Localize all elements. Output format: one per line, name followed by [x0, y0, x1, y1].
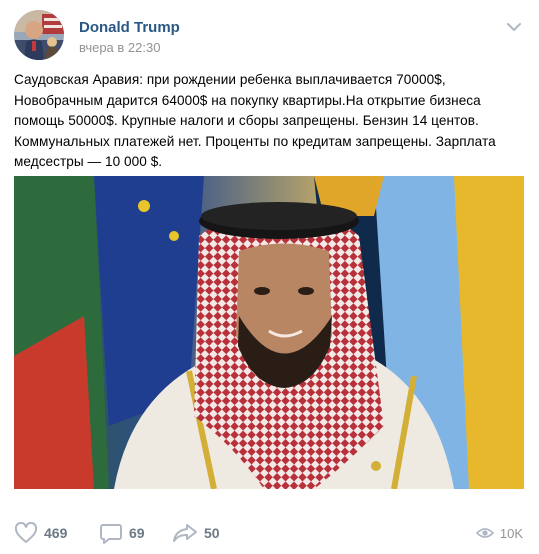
views-counter: 10K: [475, 518, 523, 548]
author-name[interactable]: Donald Trump: [79, 19, 180, 36]
post-timestamp[interactable]: вчера в 22:30: [79, 40, 160, 55]
like-button[interactable]: 469: [14, 518, 67, 548]
chevron-down-icon[interactable]: [505, 20, 523, 34]
comment-button[interactable]: 69: [99, 518, 145, 548]
post-text: Саудовская Аравия: при рождении ребенка …: [14, 72, 496, 169]
eye-icon: [475, 528, 494, 538]
share-icon: [173, 524, 197, 542]
avatar[interactable]: [14, 10, 64, 60]
views-count: 10K: [499, 525, 523, 541]
wall-post: Donald Trump вчера в 22:30 Саудовская Ар…: [0, 0, 539, 554]
comment-icon: [100, 524, 122, 544]
comment-count: 69: [129, 525, 145, 541]
heart-icon: [14, 522, 38, 543]
share-count: 50: [204, 525, 220, 541]
avatar-image: [14, 10, 64, 60]
post-header: Donald Trump вчера в 22:30: [14, 10, 525, 60]
share-button[interactable]: 50: [172, 518, 220, 548]
post-photo[interactable]: [14, 176, 524, 489]
like-count: 469: [44, 525, 68, 541]
post-actions: 469 69 50 10K: [14, 518, 525, 548]
